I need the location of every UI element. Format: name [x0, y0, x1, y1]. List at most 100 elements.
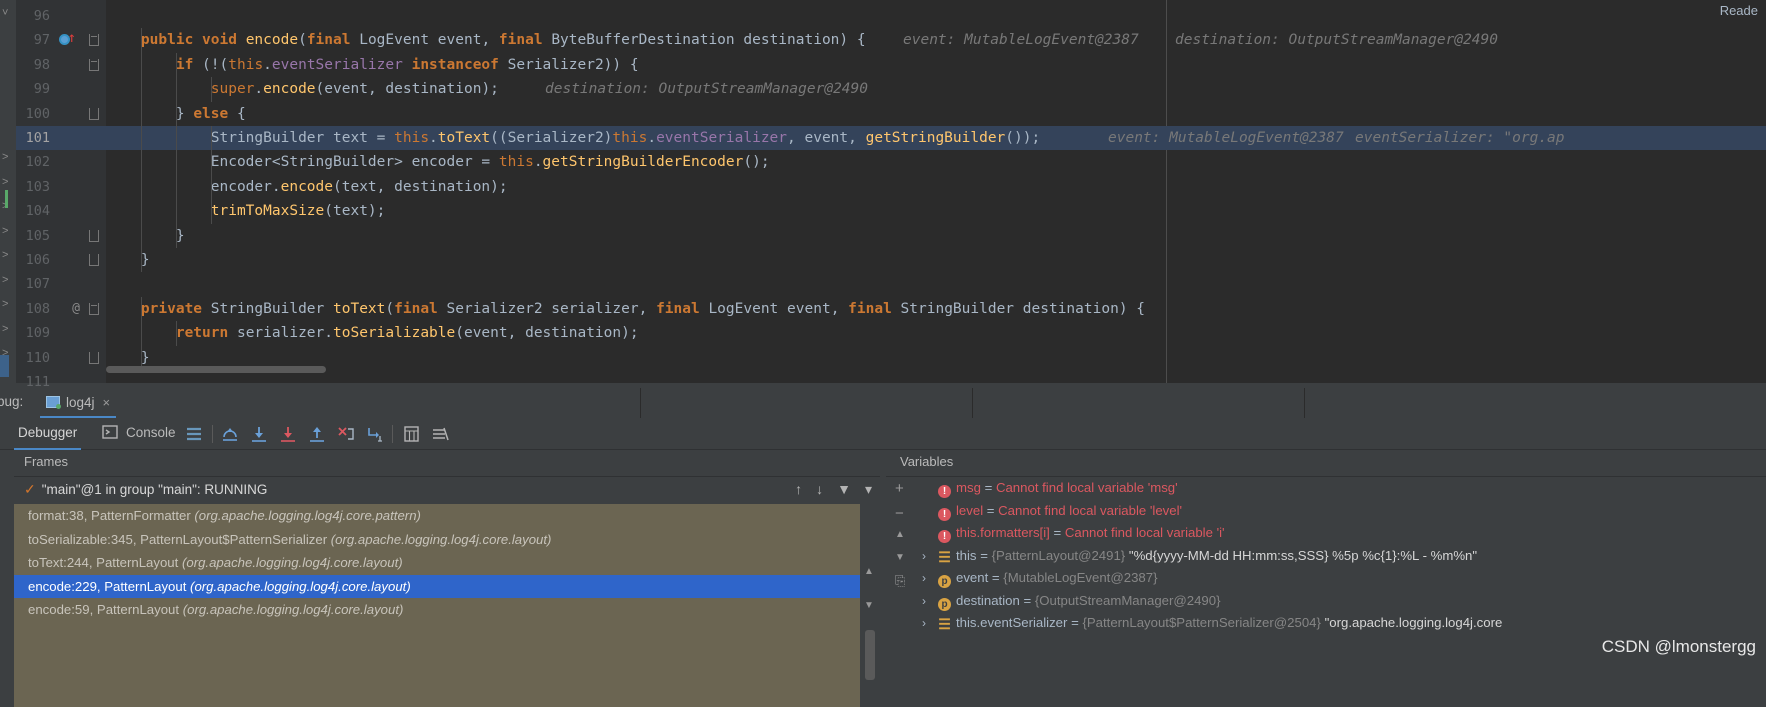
step-into-icon[interactable] — [249, 425, 269, 443]
filter-icon[interactable]: ▼ — [837, 481, 851, 498]
code-line-108[interactable]: private StringBuilder toText(final Seria… — [106, 297, 1766, 321]
run-config-icon — [46, 396, 61, 409]
editor-hscrollbar[interactable] — [106, 366, 1166, 373]
gutter-line-107[interactable]: 107 — [16, 272, 106, 296]
evaluate-expression-icon[interactable] — [402, 425, 422, 443]
variables-panel[interactable]: + − ▲ ▼ ⎘ ! msg = Cannot find local varia… — [886, 476, 1766, 707]
variable-row[interactable]: › p destination = {OutputStreamManager@249… — [916, 590, 1766, 613]
tab-console[interactable]: Console — [122, 418, 180, 450]
code-line-104[interactable]: trimToMaxSize(text); — [106, 199, 1766, 223]
console-icon[interactable] — [102, 424, 122, 442]
variables-list[interactable]: ! msg = Cannot find local variable 'msg'!… — [916, 477, 1766, 707]
variable-row[interactable]: ! msg = Cannot find local variable 'msg' — [916, 477, 1766, 500]
variable-equals: = — [976, 547, 992, 563]
gutter-line-96[interactable]: 96 — [16, 4, 106, 28]
code-fold-icon[interactable] — [89, 34, 99, 47]
variable-equals: = — [980, 480, 996, 495]
code-line-96[interactable] — [106, 4, 1766, 28]
gutter-line-110[interactable]: 110 — [16, 346, 106, 370]
code-line-109[interactable]: return serializer.toSerializable(event, … — [106, 321, 1766, 345]
layout-settings-icon[interactable] — [184, 425, 204, 443]
frames-scrollbar[interactable]: ▲ ▼ — [860, 504, 880, 707]
variable-row[interactable]: › ☰ this.eventSerializer = {PatternLayout$… — [916, 612, 1766, 635]
thread-selector[interactable]: ✓ "main"@1 in group "main": RUNNING ↑ ↓ … — [14, 477, 880, 502]
frame-nav-controls[interactable]: ↑ ↓ ▼ ▾ — [795, 481, 872, 498]
gutter-line-104[interactable]: 104 — [16, 199, 106, 223]
move-down-icon[interactable]: ▼ — [895, 552, 905, 563]
gutter-line-102[interactable]: 102 — [16, 150, 106, 174]
frame-row[interactable]: encode:59, PatternLayout (org.apache.log… — [14, 598, 860, 622]
code-line-103[interactable]: encoder.encode(text, destination); — [106, 175, 1766, 199]
code-line-98[interactable]: if (!(this.eventSerializer instanceof Se… — [106, 53, 1766, 77]
code-line-99[interactable]: super.encode(event, destination); destina… — [106, 77, 1766, 101]
chevron-right-icon[interactable]: › — [922, 567, 926, 590]
frame-options-icon[interactable]: ▾ — [865, 481, 872, 498]
watches-toolbar[interactable]: + − ▲ ▼ ⎘ — [886, 477, 916, 707]
step-out-icon[interactable] — [307, 425, 327, 443]
editor-left-rail[interactable]: ˅ ˃ ˃ ˃ ˃ ˃ ˃ ˃ ˃ ˃ — [0, 0, 16, 383]
variable-row[interactable]: ! level = Cannot find local variable 'lev… — [916, 500, 1766, 523]
gutter-line-98[interactable]: 98 — [16, 53, 106, 77]
gutter-line-105[interactable]: 105 — [16, 224, 106, 248]
step-over-icon[interactable] — [220, 425, 240, 443]
code-content[interactable]: public void encode(final LogEvent event,… — [106, 0, 1766, 383]
code-line-105[interactable]: } — [106, 224, 1766, 248]
move-up-icon[interactable]: ▲ — [895, 529, 905, 540]
remove-watch-icon[interactable]: − — [895, 505, 904, 522]
code-editor[interactable]: ˅ ˃ ˃ ˃ ˃ ˃ ˃ ˃ ˃ ˃ 96 97 ↑ 98 99 100 101 102 10… — [0, 0, 1766, 390]
variables-header: Variables — [900, 454, 954, 469]
frames-scroll-thumb[interactable] — [865, 630, 875, 680]
debugger-toolbar[interactable]: Debugger Console — [0, 418, 1766, 450]
gutter-line-97[interactable]: 97 ↑ — [16, 28, 106, 52]
gutter-line-101[interactable]: 101 — [16, 126, 106, 151]
code-line-102[interactable]: Encoder<StringBuilder> encoder = this.ge… — [106, 150, 1766, 174]
code-fold-icon[interactable] — [89, 107, 99, 120]
frame-row[interactable]: encode:229, PatternLayout (org.apache.lo… — [14, 574, 860, 598]
code-line-106[interactable]: } — [106, 248, 1766, 272]
frames-list[interactable]: format:38, PatternFormatter (org.apache.… — [14, 504, 860, 707]
run-to-cursor-icon[interactable] — [365, 425, 385, 443]
frame-row[interactable]: format:38, PatternFormatter (org.apache.… — [14, 504, 860, 528]
frames-panel[interactable]: ✓ "main"@1 in group "main": RUNNING ↑ ↓ … — [14, 476, 880, 707]
editor-scroll-thumb[interactable] — [0, 355, 9, 377]
code-line-101[interactable]: StringBuilder text = this.toText((Serial… — [106, 126, 1766, 151]
code-fold-icon[interactable] — [89, 254, 99, 266]
mute-breakpoints-icon[interactable] — [430, 425, 450, 443]
gutter-line-108[interactable]: 108 @ — [16, 297, 106, 321]
frame-row[interactable]: toSerializable:345, PatternLayout$Patter… — [14, 528, 860, 552]
frame-row[interactable]: toText:244, PatternLayout (org.apache.lo… — [14, 551, 860, 575]
chevron-right-icon[interactable]: › — [922, 590, 926, 613]
inlay-hint-0: event: MutableLogEvent@2387 — [1108, 130, 1344, 146]
variable-row[interactable]: › p event = {MutableLogEvent@2387} — [916, 567, 1766, 590]
chevron-right-icon[interactable]: › — [922, 545, 926, 568]
code-fold-icon[interactable] — [89, 58, 99, 71]
code-line-97[interactable]: public void encode(final LogEvent event,… — [106, 28, 1766, 52]
gutter-line-109[interactable]: 109 — [16, 321, 106, 345]
code-text: StringBuilder text = this.toText((Serial… — [210, 130, 1041, 146]
variable-row[interactable]: › ☰ this = {PatternLayout@2491} "%d{yyyy-M… — [916, 545, 1766, 568]
frame-up-icon[interactable]: ↑ — [795, 481, 802, 498]
run-configuration-tab-log4j[interactable]: log4j × — [40, 388, 117, 418]
code-line-100[interactable]: } else { — [106, 102, 1766, 126]
frame-down-icon[interactable]: ↓ — [816, 481, 823, 498]
line-number: 101 — [25, 130, 50, 146]
variable-row[interactable]: ! this.formatters[i] = Cannot find local … — [916, 522, 1766, 545]
drop-frame-icon[interactable] — [336, 425, 356, 443]
override-annotation-icon[interactable]: @ — [72, 297, 80, 321]
code-fold-icon[interactable] — [89, 229, 99, 242]
code-fold-icon[interactable] — [89, 302, 99, 315]
gutter-line-99[interactable]: 99 — [16, 77, 106, 101]
gutter-line-103[interactable]: 103 — [16, 175, 106, 199]
gutter-line-100[interactable]: 100 — [16, 102, 106, 126]
copy-icon[interactable]: ⎘ — [895, 573, 905, 589]
code-line-107[interactable] — [106, 272, 1766, 296]
editor-hscroll-thumb[interactable] — [106, 366, 326, 373]
gutter-line-106[interactable]: 106 — [16, 248, 106, 272]
chevron-right-icon[interactable]: › — [922, 612, 926, 635]
force-step-into-icon[interactable] — [278, 425, 298, 443]
add-watch-icon[interactable]: + — [895, 480, 904, 497]
editor-gutter[interactable]: 96 97 ↑ 98 99 100 101 102 103 104 105 106 107 108 @109… — [16, 0, 106, 390]
tab-debugger[interactable]: Debugger — [14, 418, 82, 450]
close-icon[interactable]: × — [103, 395, 111, 410]
code-fold-icon[interactable] — [89, 351, 99, 364]
